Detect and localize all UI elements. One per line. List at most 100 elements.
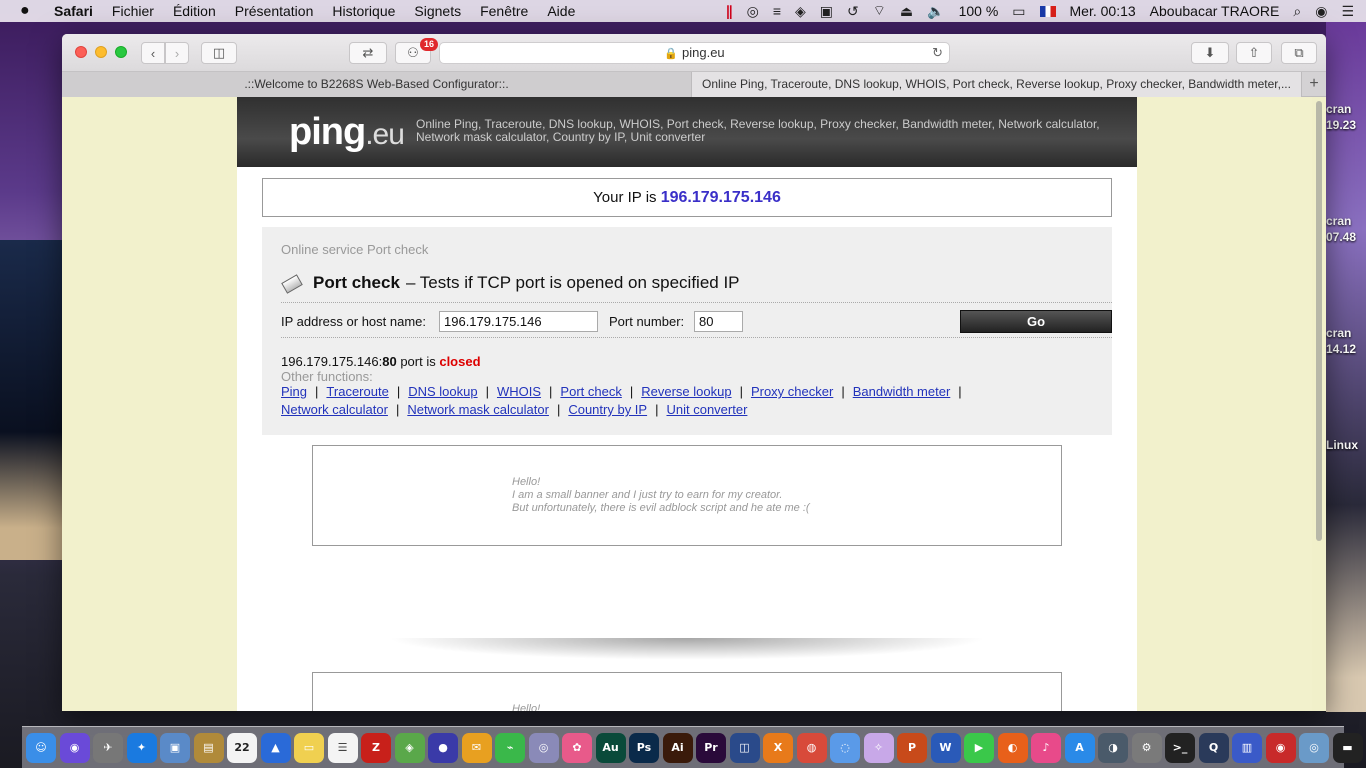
- nvidia-icon[interactable]: ◈: [795, 3, 806, 20]
- time-machine-icon[interactable]: ↺: [847, 3, 859, 20]
- system-preferences-icon[interactable]: ⚙: [1131, 732, 1162, 763]
- link-network-calculator[interactable]: Network calculator: [281, 402, 388, 417]
- virtualbox-icon[interactable]: ◫: [729, 732, 760, 763]
- messages-edit-icon[interactable]: ✉: [461, 732, 492, 763]
- menu-fenetre[interactable]: Fenêtre: [480, 3, 528, 19]
- downloads-button[interactable]: ⬇: [1191, 42, 1229, 64]
- notes-folder-icon[interactable]: ▤: [193, 732, 224, 763]
- desktop-file-label[interactable]: 19.23: [1326, 118, 1366, 132]
- desktop-file-label[interactable]: 14.12: [1326, 342, 1366, 356]
- audition-icon[interactable]: Au: [595, 732, 626, 763]
- desktop-file-label[interactable]: cran: [1326, 214, 1366, 228]
- reminders-icon[interactable]: ☰: [327, 732, 358, 763]
- parallels-icon[interactable]: ∥: [726, 3, 733, 20]
- chat-icon[interactable]: ◌: [830, 732, 860, 763]
- port-input[interactable]: 80: [694, 311, 743, 332]
- notification-center-icon[interactable]: ☰: [1341, 3, 1354, 20]
- quicktime-icon[interactable]: Q: [1198, 732, 1229, 763]
- calendar-icon[interactable]: 22: [227, 732, 257, 763]
- siri-menu-icon[interactable]: ◉: [1315, 3, 1327, 20]
- apple-menu-icon[interactable]: ●: [20, 2, 40, 20]
- link-reverse-lookup[interactable]: Reverse lookup: [641, 384, 731, 399]
- tab-configurator[interactable]: .::Welcome to B2268S Web-Based Configura…: [62, 72, 692, 97]
- maps-icon[interactable]: ◈: [394, 732, 425, 763]
- spotlight-search-icon[interactable]: ⌕: [1293, 3, 1301, 20]
- eye-icon[interactable]: ◎: [528, 732, 559, 763]
- go-button[interactable]: Go: [960, 310, 1112, 333]
- chrome-icon[interactable]: ◍: [796, 732, 827, 763]
- menu-signets[interactable]: Signets: [414, 3, 461, 19]
- new-tab-button[interactable]: +: [1302, 72, 1326, 96]
- clock[interactable]: Mer. 00:13: [1070, 3, 1136, 19]
- screen-record-icon[interactable]: ◉: [1265, 732, 1296, 763]
- network-utility-icon[interactable]: ◑: [1098, 732, 1128, 763]
- itunes-icon[interactable]: ♪: [1031, 732, 1061, 763]
- fin-icon[interactable]: ▲: [260, 732, 291, 763]
- launchpad-icon[interactable]: ✈: [93, 732, 123, 763]
- reload-icon[interactable]: ↻: [932, 43, 943, 63]
- close-window-button[interactable]: [75, 46, 87, 58]
- desktop-file-label[interactable]: cran: [1326, 102, 1366, 116]
- link-proxy-checker[interactable]: Proxy checker: [751, 384, 833, 399]
- host-input[interactable]: 196.179.175.146: [439, 311, 598, 332]
- preview-icon[interactable]: ▣: [160, 732, 190, 763]
- address-bar[interactable]: 🔒 ping.eu ↻: [439, 42, 950, 64]
- fullscreen-window-button[interactable]: [115, 46, 127, 58]
- firefox-icon[interactable]: ◐: [997, 732, 1028, 763]
- eject-icon[interactable]: ⏏: [900, 3, 913, 20]
- photoshop-icon[interactable]: Ps: [629, 732, 659, 763]
- powerpoint-icon[interactable]: P: [897, 732, 927, 763]
- filezilla-icon[interactable]: Z: [361, 732, 391, 763]
- link-unit-converter[interactable]: Unit converter: [666, 402, 747, 417]
- appstore-icon[interactable]: A: [1064, 732, 1095, 763]
- desktop-file-label[interactable]: cran: [1326, 326, 1366, 340]
- eye2-icon[interactable]: ◎: [1299, 732, 1329, 763]
- photos-icon[interactable]: ✿: [562, 732, 592, 763]
- unicorn-icon[interactable]: ✧: [863, 732, 894, 763]
- server-icon[interactable]: ≡: [773, 3, 781, 19]
- monitor-icon[interactable]: ▥: [1232, 732, 1262, 763]
- desktop-file-label[interactable]: 07.48: [1326, 230, 1366, 244]
- siri-icon[interactable]: ◉: [59, 732, 90, 763]
- illustrator-icon[interactable]: Ai: [662, 732, 693, 763]
- page-scrollbar[interactable]: [1312, 97, 1326, 711]
- xampp-icon[interactable]: X: [763, 732, 793, 763]
- link-ping[interactable]: Ping: [281, 384, 307, 399]
- site-logo[interactable]: ping.eu: [289, 111, 405, 154]
- back-button[interactable]: ‹: [141, 42, 165, 64]
- premiere-icon[interactable]: Pr: [696, 732, 726, 763]
- android-icon[interactable]: ⌁: [495, 732, 525, 763]
- finder-icon[interactable]: ☺: [26, 732, 56, 763]
- creative-cloud-icon[interactable]: ◎: [747, 3, 759, 20]
- gitkraken-icon[interactable]: ●: [428, 732, 458, 763]
- menu-fichier[interactable]: Fichier: [112, 3, 154, 19]
- link-dns-lookup[interactable]: DNS lookup: [408, 384, 477, 399]
- app-menu[interactable]: Safari: [54, 3, 93, 19]
- tab-ping-eu[interactable]: Online Ping, Traceroute, DNS lookup, WHO…: [692, 72, 1302, 97]
- menu-aide[interactable]: Aide: [547, 3, 575, 19]
- terminal-icon[interactable]: >_: [1165, 732, 1195, 763]
- extension-button[interactable]: ⚇ 16: [395, 38, 438, 64]
- link-bandwidth-meter[interactable]: Bandwidth meter: [853, 384, 951, 399]
- app-status-icon[interactable]: ▣: [820, 3, 833, 20]
- safari-icon[interactable]: ✦: [126, 732, 157, 763]
- input-source-flag-icon[interactable]: [1039, 5, 1056, 17]
- sidebar-toggle-button[interactable]: ◫: [201, 42, 237, 64]
- desktop-file-label[interactable]: Linux: [1326, 438, 1366, 452]
- notes-icon[interactable]: ▭: [294, 732, 324, 763]
- word-icon[interactable]: W: [930, 732, 961, 763]
- forward-button[interactable]: ›: [165, 42, 189, 64]
- menu-presentation[interactable]: Présentation: [235, 3, 314, 19]
- minimize-window-button[interactable]: [95, 46, 107, 58]
- facetime-icon[interactable]: ▶: [964, 732, 994, 763]
- display-icon[interactable]: ▬: [1332, 732, 1363, 763]
- transfer-extension-button[interactable]: ⇄: [349, 42, 387, 64]
- share-button[interactable]: ⇧: [1236, 42, 1272, 64]
- user-menu[interactable]: Aboubacar TRAORE: [1150, 3, 1280, 19]
- scrollbar-thumb[interactable]: [1316, 101, 1322, 541]
- volume-icon[interactable]: 🔈: [927, 3, 944, 20]
- link-whois[interactable]: WHOIS: [497, 384, 541, 399]
- link-country-by-ip[interactable]: Country by IP: [568, 402, 647, 417]
- tab-overview-button[interactable]: ⧉: [1281, 42, 1317, 64]
- wifi-icon[interactable]: ⌔: [873, 2, 886, 20]
